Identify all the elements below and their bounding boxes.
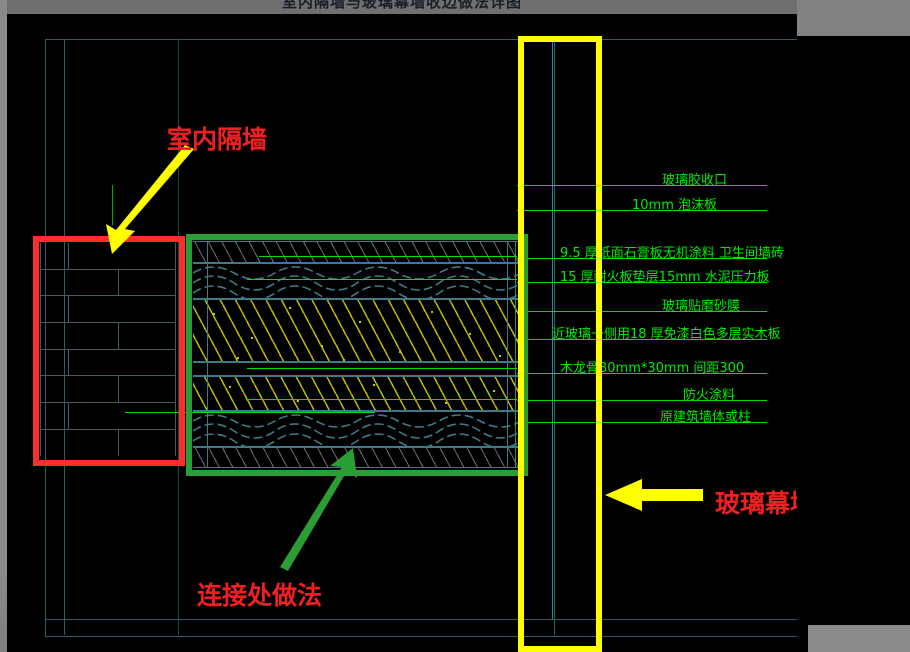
window-title: 室内隔墙与玻璃幕墙收边做法详图 [281, 0, 522, 11]
cad-drawing-canvas[interactable]: 玻璃胶收口 10mm 泡沫板 9.5 厚纸面石膏板无机涂料 卫生间墙砖 15 厚… [7, 14, 797, 652]
arrow-yellow-indoor-partition [106, 145, 194, 254]
annotation-connection-detail: 连接处做法 [197, 581, 323, 610]
desktop-top-right-panel [797, 0, 910, 36]
annotation-indoor-partition: 室内隔墙 [167, 125, 268, 154]
arrow-green-connection-detail [280, 448, 357, 571]
annotation-glass-curtain-wall: 玻璃幕墙 [715, 489, 797, 518]
window-title-bar[interactable]: 室内隔墙与玻璃幕墙收边做法详图 [7, 0, 797, 14]
annotation-arrow-layer [106, 145, 703, 571]
desktop-left-strip [0, 0, 7, 652]
desktop-bottom-right-panel [808, 625, 910, 652]
arrow-yellow-glass-curtain-wall [605, 479, 703, 511]
